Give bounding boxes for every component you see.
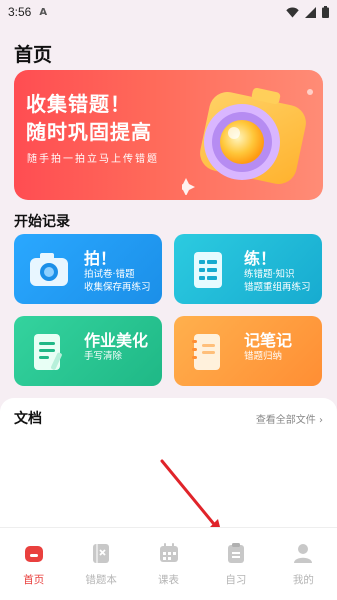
banner-title-line2: 随时巩固提高 (26, 120, 152, 144)
wrongbook-icon (93, 544, 110, 563)
home-icon (24, 546, 43, 562)
battery-icon (322, 6, 329, 18)
tab-label: 我的 (292, 574, 314, 586)
banner-subtitle: 随手拍一拍立马上传错题 (27, 154, 159, 165)
profile-icon (294, 544, 313, 563)
notes-card[interactable]: 记笔记 错题归纳 (174, 316, 322, 386)
card-title: 记笔记 (244, 331, 293, 350)
card-title: 练！ (244, 249, 277, 268)
promo-banner[interactable]: 收集错题！ 随时巩固提高 随手拍一拍立马上传错题 (14, 70, 323, 200)
homework-beautify-card[interactable]: 作业美化 手写清除 (14, 316, 162, 386)
card-subtitle-line2: 错题重组再练习 (244, 282, 311, 293)
camera-illustration (182, 87, 313, 195)
page-title: 首页 (14, 44, 53, 66)
view-all-files-link[interactable]: 查看全部文件 › (256, 411, 323, 426)
tab-home[interactable]: 首页 (0, 528, 67, 600)
card-subtitle: 拍试卷·错题 收集保存再练习 (84, 268, 151, 294)
photo-capture-card[interactable]: 拍！ 拍试卷·错题 收集保存再练习 (14, 234, 162, 304)
wifi-icon (286, 7, 299, 17)
calendar-icon (159, 543, 178, 562)
tab-label: 自习 (225, 574, 247, 586)
document-edit-icon (34, 334, 62, 370)
card-subtitle: 错题归纳 (244, 350, 282, 363)
bottom-tab-bar: 首页 错题本 课表 自习 我的 (0, 527, 337, 600)
banner-title-line1: 收集错题！ (26, 92, 131, 116)
status-icons (286, 6, 329, 18)
tab-profile[interactable]: 我的 (270, 528, 337, 600)
signal-icon (305, 6, 316, 18)
clipboard-icon (227, 543, 244, 563)
tab-self-study[interactable]: 自习 (202, 528, 269, 600)
card-subtitle-line1: 拍试卷·错题 (84, 269, 135, 280)
card-title: 拍！ (84, 249, 117, 268)
view-all-files-label: 查看全部文件 (255, 415, 316, 426)
card-subtitle: 手写清除 (84, 350, 122, 363)
practice-card[interactable]: 练！ 练错题·知识 错题重组再练习 (174, 234, 322, 304)
tab-label: 课表 (158, 574, 180, 586)
tab-label: 首页 (23, 574, 45, 586)
status-bar: 3:56 A (0, 0, 337, 24)
section-title: 开始记录 (14, 214, 70, 230)
card-subtitle: 练错题·知识 错题重组再练习 (244, 268, 311, 294)
documents-title: 文档 (14, 411, 42, 427)
chevron-right-icon: › (319, 415, 323, 426)
practice-sheet-icon (194, 252, 222, 288)
status-time: 3:56 (8, 5, 32, 19)
card-subtitle-line1: 练错题·知识 (244, 269, 295, 280)
camera-icon (30, 253, 68, 286)
tab-wrong-questions[interactable]: 错题本 (67, 528, 134, 600)
card-subtitle-line1: 手写清除 (84, 351, 123, 362)
card-subtitle-line1: 错题归纳 (244, 351, 283, 362)
tab-label: 错题本 (85, 574, 117, 586)
card-title: 作业美化 (84, 331, 149, 350)
status-indicator: A (39, 6, 48, 18)
notebook-icon (192, 334, 220, 370)
banner-title: 收集错题！ 随时巩固提高 (26, 90, 176, 146)
tab-schedule[interactable]: 课表 (135, 528, 202, 600)
card-subtitle-line2: 收集保存再练习 (84, 282, 151, 293)
